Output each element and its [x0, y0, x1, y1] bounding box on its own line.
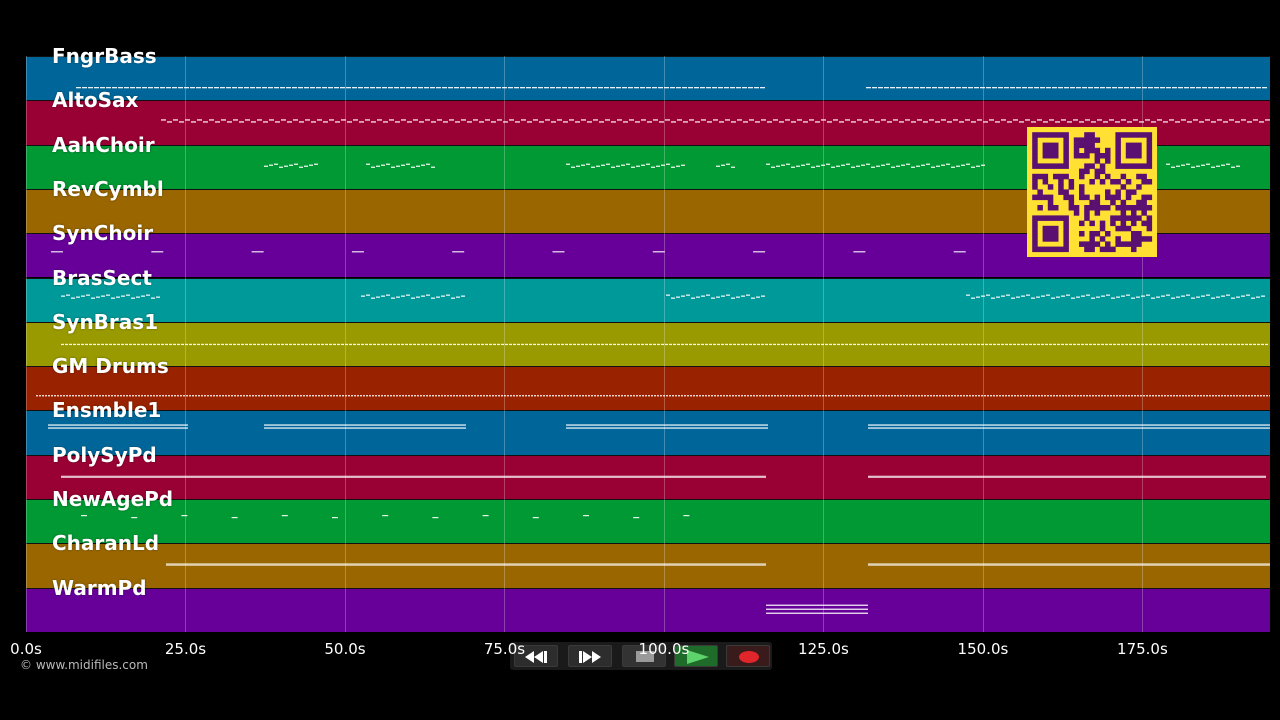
track-name: BrasSect: [52, 265, 152, 290]
time-tick-label: 50.0s: [324, 640, 366, 658]
time-tick-label: 150.0s: [957, 640, 1009, 658]
qr-code-image: [1032, 132, 1153, 253]
copyright-text: © www.midifiles.com: [20, 658, 148, 672]
track-name: SynChoir: [52, 221, 154, 246]
track-name: WarmPd: [52, 575, 147, 600]
time-tick-label: 75.0s: [483, 640, 526, 658]
record-icon: [739, 651, 759, 663]
time-tick-label: 25.0s: [164, 640, 207, 658]
track-name: AahChoir: [52, 132, 155, 157]
track-name: CharanLd: [52, 531, 160, 556]
fast-forward-icon: [579, 651, 601, 663]
track-name: NewAgePd: [52, 487, 174, 511]
track-name: PolySyPd: [52, 442, 157, 467]
track-name: FngrBass: [52, 44, 157, 68]
track-name: RevCymbl: [52, 176, 164, 201]
record-button[interactable]: [726, 645, 770, 667]
track-name: Ensmble1: [52, 398, 162, 423]
fast-forward-button[interactable]: [568, 645, 612, 667]
time-tick-label: 125.0s: [798, 640, 849, 658]
track-name: SynBras1: [52, 309, 159, 334]
track-name: AltoSax: [52, 88, 139, 113]
time-tick-label: 0.0s: [10, 640, 42, 658]
time-tick-label: 175.0s: [1117, 640, 1168, 658]
qr-code[interactable]: [1027, 127, 1157, 257]
time-tick-label: 100.0s: [638, 640, 690, 658]
track-name: GM Drums: [52, 354, 169, 379]
